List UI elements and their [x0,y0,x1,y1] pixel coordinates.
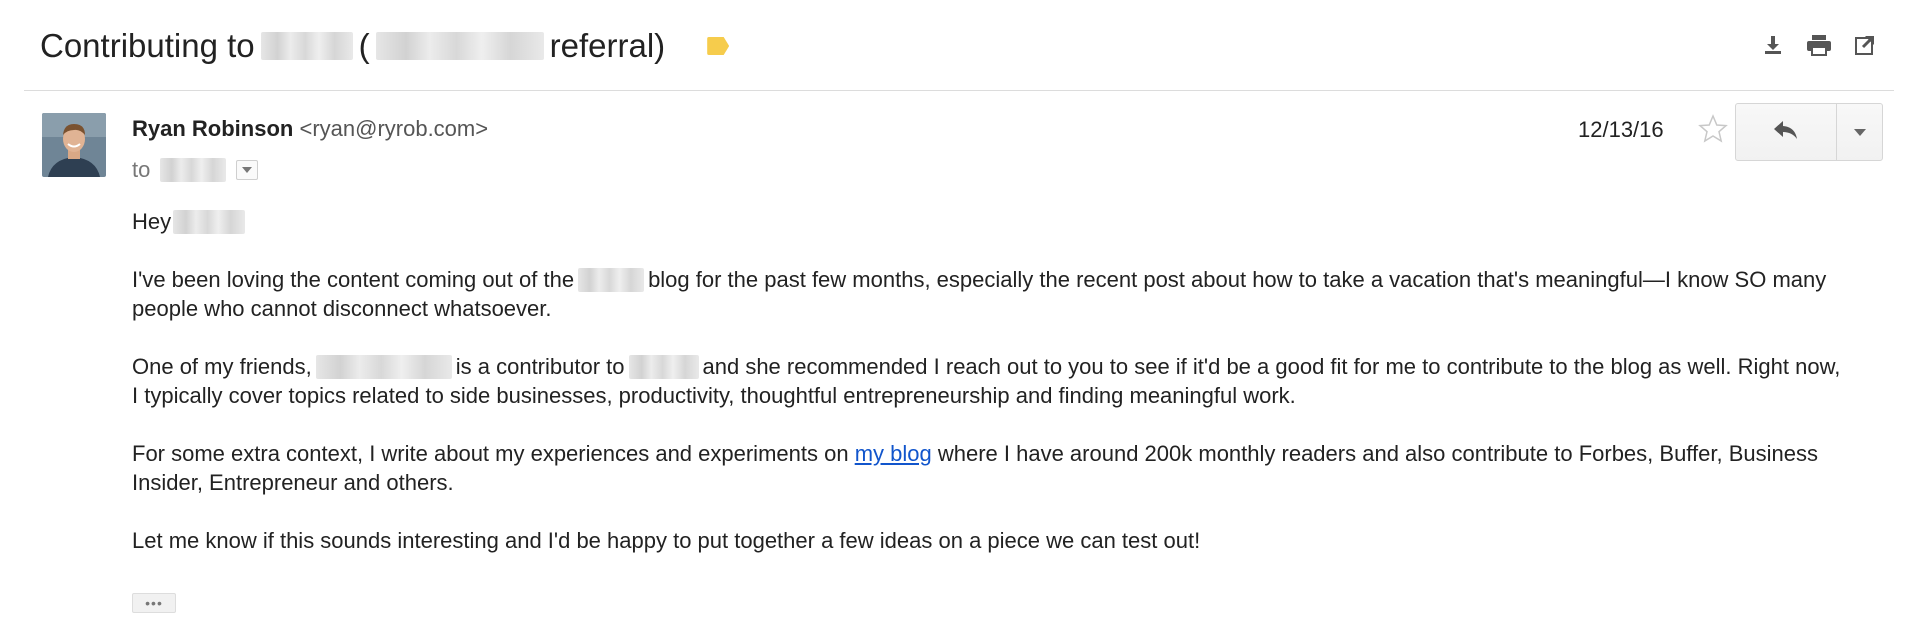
download-icon[interactable] [1758,30,1788,60]
star-icon[interactable] [1697,113,1729,145]
thread-actions [1758,30,1880,60]
reply-icon [1773,120,1799,145]
more-actions-button[interactable] [1837,104,1882,160]
to-label: to [132,157,151,182]
redacted-recipient [160,158,227,182]
reply-button[interactable] [1736,104,1837,160]
sender-name[interactable]: Ryan Robinson [132,116,293,141]
paragraph-4: Let me know if this sounds interesting a… [132,528,1201,553]
print-icon[interactable] [1804,30,1834,60]
message-body: Hey I've been loving the content coming … [132,207,1852,584]
sender-line: Ryan Robinson <ryan@ryrob.com> [132,116,488,142]
greeting: Hey [132,207,1852,236]
subject-suffix: referral) [549,27,666,64]
open-in-new-window-icon[interactable] [1850,30,1880,60]
paragraph-1: I've been loving the content coming out … [132,265,1852,323]
show-trimmed-content-button[interactable]: ••• [132,593,176,613]
p1-before: I've been loving the content coming out … [132,267,575,292]
redacted-subject-referrer [375,32,544,60]
subject-open-paren: ( [358,27,370,64]
label-icon[interactable] [707,37,730,55]
redacted-subject-name [260,32,353,60]
my-blog-link[interactable]: my blog [855,441,932,466]
chevron-down-icon[interactable] [236,160,259,180]
reply-button-group [1735,103,1883,161]
subject-prefix: Contributing to [40,27,255,64]
message-date: 12/13/16 [1578,117,1664,142]
recipient-row: to [132,157,259,183]
p2-mid: is a contributor to [455,354,625,379]
redacted-publication-name [628,355,699,379]
redacted-blog-name [578,268,645,292]
redacted-friend-name [315,355,452,379]
email-subject: Contributing to ( referral) [40,27,730,65]
redacted-recipient-name [173,210,246,234]
paragraph-2: One of my friends, is a contributor to and… [132,352,1852,410]
subject-row: Contributing to ( referral) [40,18,1878,74]
avatar[interactable] [42,113,106,177]
paragraph-3: For some extra context, I write about my… [132,439,1852,497]
p3-before: For some extra context, I write about my… [132,441,849,466]
chevron-down-icon [1853,123,1866,141]
header-divider [24,90,1894,91]
greeting-text: Hey [132,209,172,234]
p2-before: One of my friends, [132,354,312,379]
sender-email: <ryan@ryrob.com> [299,116,489,141]
